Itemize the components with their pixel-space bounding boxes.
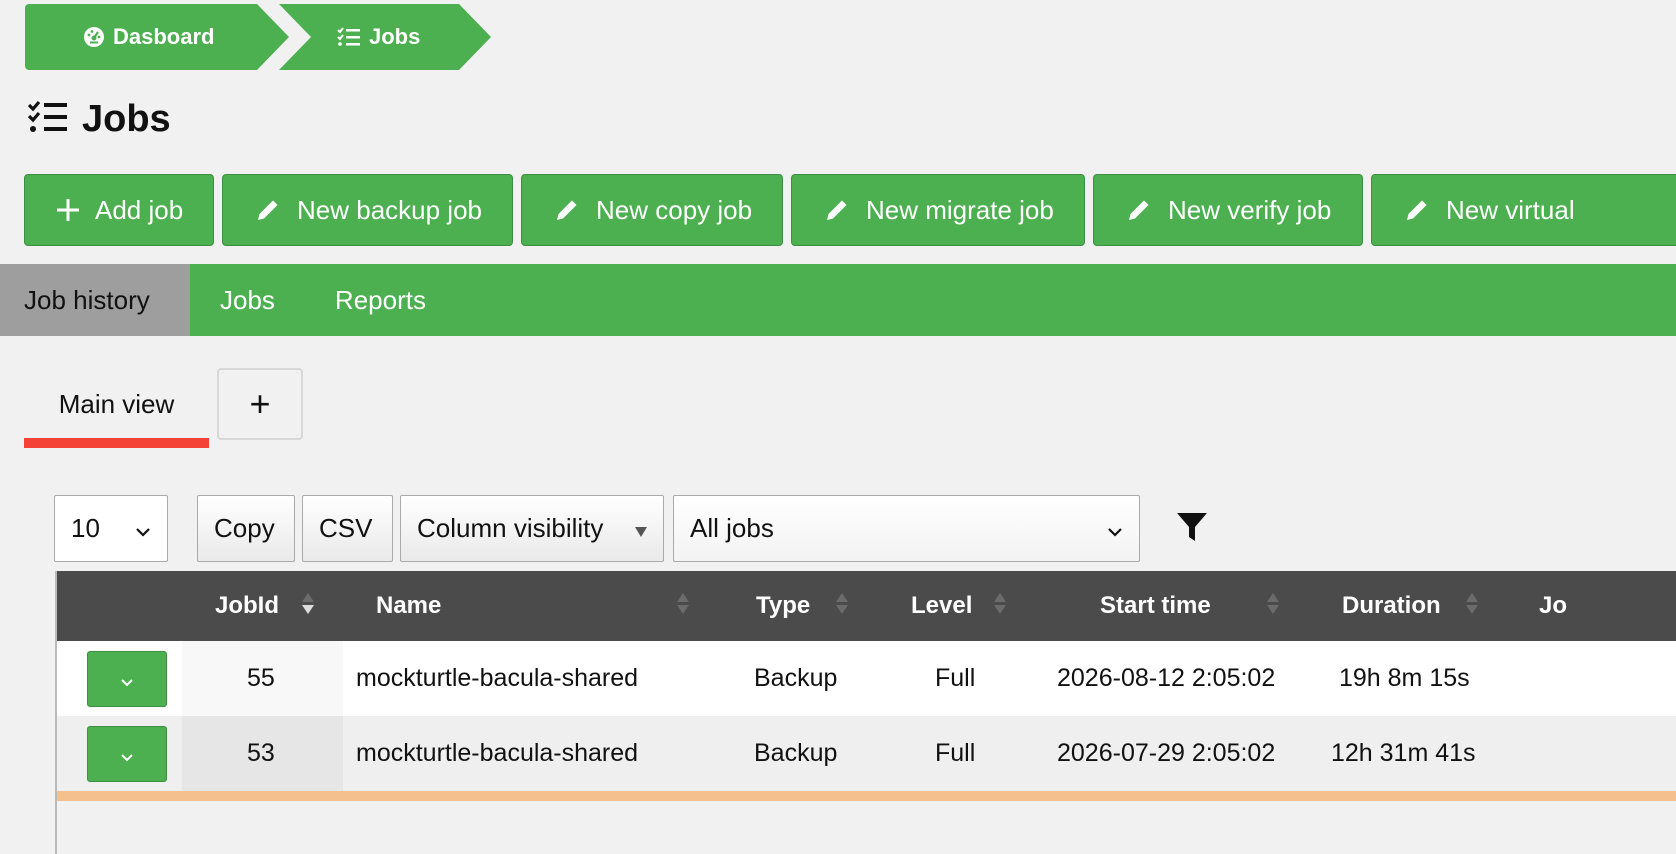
column-header-jobid[interactable]: JobId (215, 571, 279, 641)
sort-icon (677, 593, 689, 614)
job-history-table: JobId Name Type Level Start time Duratio… (55, 571, 1676, 854)
new-backup-job-label: New backup job (297, 194, 482, 225)
cell-duration: 19h 8m 15s (1339, 664, 1470, 692)
page-title-text: Jobs (82, 98, 171, 140)
add-view-button[interactable]: + (217, 368, 303, 440)
new-verify-job-label: New verify job (1168, 194, 1332, 225)
sort-desc-icon (302, 593, 314, 614)
column-header-label: Jo (1539, 592, 1568, 619)
add-job-label: Add job (95, 194, 184, 225)
new-migrate-job-label: New migrate job (866, 194, 1054, 225)
job-filter-value: All jobs (690, 513, 774, 543)
cell-type: Backup (754, 664, 838, 692)
cell-level: Full (935, 664, 976, 692)
job-actions: Add job New backup job New copy job New … (24, 174, 1676, 246)
plus-icon (57, 199, 79, 221)
copy-button[interactable]: Copy (197, 495, 295, 562)
pencil-icon (824, 197, 850, 223)
sort-icon (836, 593, 848, 614)
column-header-label: JobId (215, 592, 279, 619)
column-header-label: Type (756, 592, 811, 619)
dashboard-icon (83, 26, 105, 48)
column-header-label: Level (911, 592, 973, 619)
table-row[interactable]: 55 mockturtle-bacula-shared Backup Full … (57, 641, 1676, 716)
cell-name: mockturtle-bacula-shared (356, 739, 639, 767)
breadcrumb-jobs-label: Jobs (369, 24, 421, 49)
column-header-name[interactable]: Name (376, 571, 441, 641)
column-header-job-status[interactable]: Jo (1539, 571, 1567, 641)
cell-start-time: 2026-07-29 2:05:02 (1057, 739, 1276, 767)
new-copy-job-label: New copy job (596, 194, 753, 225)
column-header-duration[interactable]: Duration (1342, 571, 1441, 641)
page-length-select[interactable]: 10 (54, 495, 168, 562)
chevron-down-icon (1107, 513, 1123, 544)
cell-start-time: 2026-08-12 2:05:02 (1057, 664, 1276, 692)
cell-jobid: 55 (247, 664, 275, 692)
tab-job-history[interactable]: Job history (0, 264, 190, 336)
sort-icon (1267, 593, 1279, 614)
cell-jobid: 53 (247, 739, 275, 767)
cell-name: mockturtle-bacula-shared (356, 664, 639, 692)
caret-down-icon (635, 513, 647, 544)
column-visibility-label: Column visibility (417, 513, 604, 543)
tasks-list-icon (337, 27, 361, 47)
pencil-icon (554, 197, 580, 223)
new-verify-job-button[interactable]: New verify job (1093, 174, 1363, 246)
column-header-label: Duration (1342, 592, 1441, 619)
column-header-start-time[interactable]: Start time (1100, 571, 1211, 641)
add-job-button[interactable]: Add job (24, 174, 214, 246)
table-header: JobId Name Type Level Start time Duratio… (57, 571, 1676, 641)
page-title: Jobs (27, 98, 171, 141)
column-visibility-button[interactable]: Column visibility (400, 495, 664, 562)
new-virtual-job-label: New virtual (1446, 194, 1575, 225)
pencil-icon (255, 197, 281, 223)
job-filter-select[interactable]: All jobs (673, 495, 1140, 562)
column-header-type[interactable]: Type (756, 571, 810, 641)
column-header-label: Name (376, 592, 442, 619)
chevron-down-icon (120, 740, 134, 769)
new-copy-job-button[interactable]: New copy job (521, 174, 783, 246)
column-header-level[interactable]: Level (911, 571, 972, 641)
sort-icon (1466, 593, 1478, 614)
cell-duration: 12h 31m 41s (1331, 739, 1476, 767)
cell-level: Full (935, 739, 976, 767)
expand-row-button[interactable] (87, 651, 167, 707)
jobs-subnav: Job history Jobs Reports (0, 264, 1676, 336)
sort-icon (994, 593, 1006, 614)
pencil-icon (1404, 197, 1430, 223)
tab-jobs[interactable]: Jobs (190, 264, 305, 336)
new-backup-job-button[interactable]: New backup job (222, 174, 513, 246)
csv-button[interactable]: CSV (302, 495, 393, 562)
page-length-value: 10 (71, 513, 100, 543)
filter-icon[interactable] (1176, 512, 1208, 547)
pencil-icon (1126, 197, 1152, 223)
tab-main-view[interactable]: Main view (24, 370, 209, 448)
breadcrumb-jobs[interactable]: Jobs (279, 4, 491, 70)
cell-type: Backup (754, 739, 838, 767)
new-virtual-job-button[interactable]: New virtual (1371, 174, 1676, 246)
chevron-down-icon (120, 665, 134, 694)
breadcrumb-dashboard-label: Dasboard (113, 24, 215, 49)
new-migrate-job-button[interactable]: New migrate job (791, 174, 1085, 246)
tasks-list-icon (27, 100, 68, 139)
breadcrumb-dashboard[interactable]: Dasboard (25, 4, 289, 70)
table-row-partial[interactable] (57, 791, 1676, 801)
column-header-label: Start time (1100, 592, 1211, 619)
tab-reports[interactable]: Reports (305, 264, 456, 336)
expand-row-button[interactable] (87, 726, 167, 782)
table-row[interactable]: 53 mockturtle-bacula-shared Backup Full … (57, 716, 1676, 791)
chevron-down-icon (135, 513, 151, 544)
